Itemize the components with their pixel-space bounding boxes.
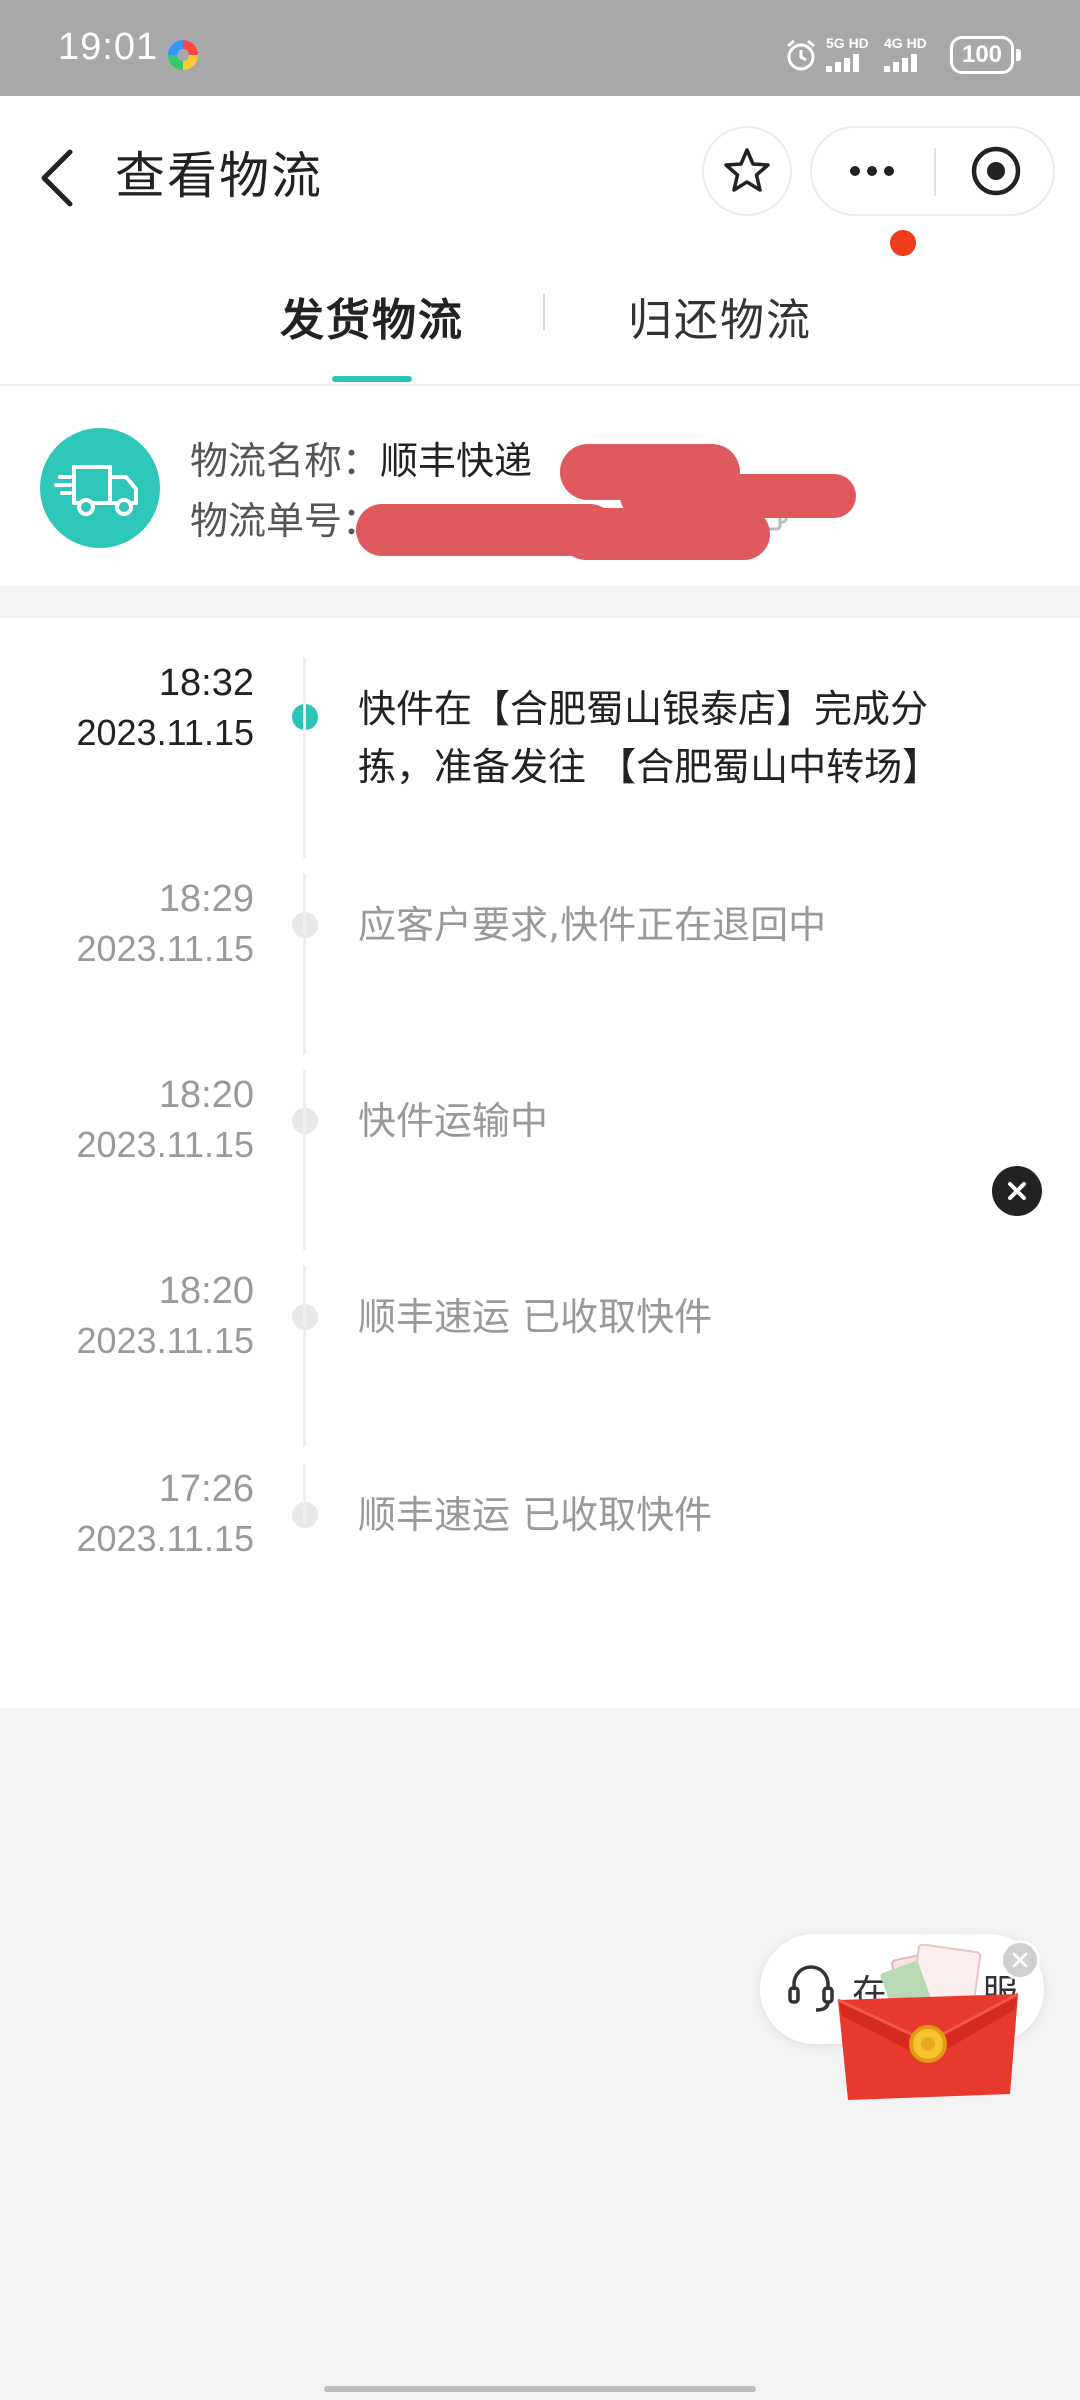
timeline-date: 2023.11.15 (76, 928, 254, 969)
timeline-description: 应客户要求,快件正在退回中 (358, 903, 827, 947)
header: 查看物流 发货物流 归还物流 (0, 96, 1080, 386)
notification-badge (888, 228, 918, 258)
chevron-left-icon (41, 149, 73, 207)
timeline-description: 顺丰速运 已收取快件 (358, 1493, 713, 1537)
logistics-timeline: 18:32 2023.11.15 快件在【合肥蜀山银泰店】完成分拣，准备发往 【… (0, 618, 1080, 1708)
timeline-description: 顺丰速运 已收取快件 (358, 1295, 713, 1339)
tab-return-logistics[interactable]: 归还物流 (628, 284, 812, 348)
truck-icon (54, 465, 138, 516)
timeline-time: 17:26 (158, 1468, 254, 1510)
star-icon (724, 148, 770, 192)
timeline-timestamp: 18:32 2023.11.15 (14, 658, 254, 758)
timeline-time: 18:20 (158, 1270, 254, 1312)
timeline-date: 2023.11.15 (76, 1124, 254, 1165)
timeline-description: 快件在【合肥蜀山银泰店】完成分拣，准备发往 【合肥蜀山中转场】 (358, 687, 941, 789)
app-notification-icon (168, 40, 198, 70)
timeline-date: 2023.11.15 (76, 712, 254, 753)
tab-divider (543, 294, 545, 330)
more-dots-icon (850, 166, 894, 176)
back-button[interactable] (30, 136, 90, 216)
timeline-connector (303, 1464, 306, 1524)
signal-5g-label: 5G HD (826, 35, 869, 51)
page-title: 查看物流 (115, 147, 323, 205)
mini-program-capsule (810, 126, 1055, 216)
target-close-icon (971, 146, 1021, 196)
tab-shipping-logistics[interactable]: 发货物流 (280, 284, 464, 348)
more-button[interactable] (812, 128, 932, 214)
battery-indicator: 100 (950, 36, 1021, 74)
courier-name-value: 顺丰快递 (380, 439, 533, 483)
redaction-mark (560, 508, 770, 560)
timeline-date: 2023.11.15 (76, 1518, 254, 1559)
timeline-timestamp: 18:20 2023.11.15 (14, 1266, 254, 1366)
timeline-connector (303, 658, 306, 858)
courier-name-row: 物流名称：顺丰快递 (190, 430, 532, 485)
signal-5g: 5G HD (826, 36, 882, 76)
timeline-timestamp: 18:20 2023.11.15 (14, 1070, 254, 1170)
courier-logo (40, 428, 160, 548)
tracking-number-label: 物流单号： (190, 499, 381, 543)
signal-bars-icon (884, 54, 940, 72)
courier-info-card: 物流名称：顺丰快递 物流单号：SF (0, 386, 1080, 586)
close-icon (1012, 1952, 1028, 1968)
timeline-time: 18:32 (158, 662, 254, 704)
timeline-date: 2023.11.15 (76, 1320, 254, 1361)
signal-4g: 4G HD (884, 36, 940, 76)
timeline-timestamp: 17:26 2023.11.15 (14, 1464, 254, 1564)
floating-close-button[interactable] (992, 1166, 1042, 1216)
service-close-button[interactable] (1000, 1940, 1040, 1980)
timeline-time: 18:29 (158, 878, 254, 920)
courier-name-label: 物流名称： (190, 439, 381, 483)
timeline-time: 18:20 (158, 1074, 254, 1116)
favorite-button[interactable] (702, 126, 792, 216)
timeline-description: 快件运输中 (358, 1099, 549, 1143)
timeline-connector (303, 874, 306, 1054)
close-icon (1008, 1182, 1026, 1200)
signal-bars-icon (826, 54, 882, 72)
home-indicator[interactable] (324, 2386, 756, 2392)
tab-bar: 发货物流 归还物流 (0, 266, 1080, 386)
timeline-timestamp: 18:29 2023.11.15 (14, 874, 254, 974)
red-packet-icon[interactable] (828, 1944, 1028, 2104)
alarm-icon (787, 39, 815, 71)
exit-button[interactable] (936, 128, 1056, 214)
signal-4g-label: 4G HD (884, 35, 927, 51)
status-time: 19:01 (58, 26, 159, 68)
status-bar: 19:01 5G HD 4G HD 100 (0, 0, 1080, 96)
timeline-connector (303, 1070, 306, 1250)
active-tab-indicator (332, 376, 412, 382)
timeline-connector (303, 1266, 306, 1446)
